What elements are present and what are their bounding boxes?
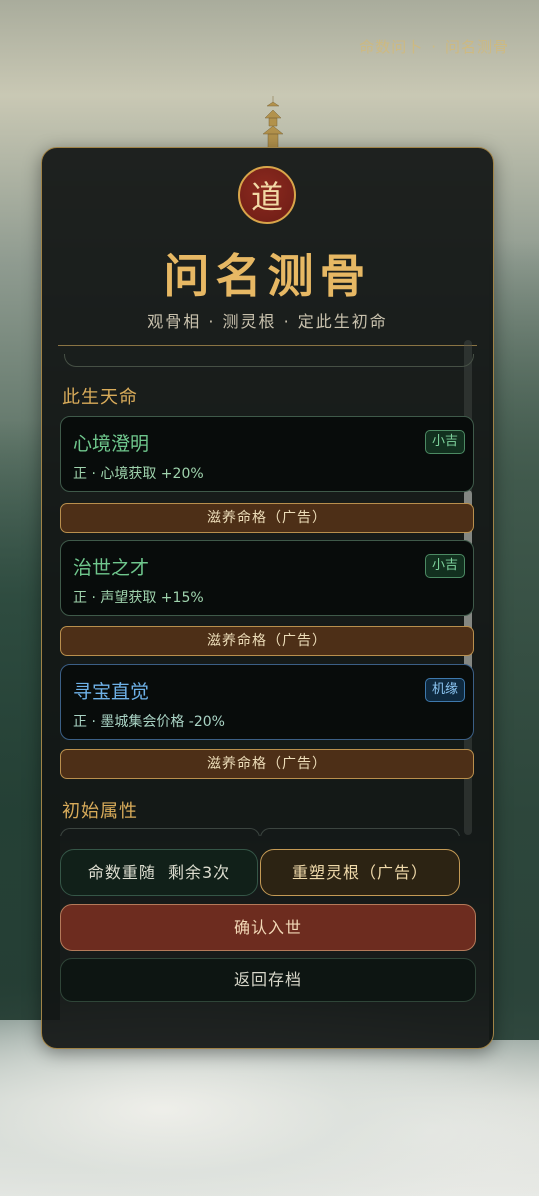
attribute-card-edge [60, 828, 260, 836]
attribute-card-edge [260, 828, 460, 836]
trait-badge: 小吉 [424, 430, 465, 454]
confirm-enter-world-button[interactable]: 确认入世 [60, 904, 476, 951]
trait-badge: 小吉 [424, 554, 465, 578]
breadcrumb-parent[interactable]: 命数问卜 [359, 38, 423, 56]
attributes-section-title: 初始属性 [62, 801, 138, 822]
main-panel: 道 问名测骨 观骨相 · 测灵根 · 定此生初命 此生天命 心境澄明 小吉 正 … [41, 147, 494, 1049]
trait-card[interactable]: 治世之才 小吉 正 · 声望获取 +15% [60, 540, 474, 616]
dao-seal-icon: 道 [238, 166, 296, 224]
trait-card[interactable]: 寻宝直觉 机缘 正 · 墨城集会价格 -20% [60, 664, 474, 740]
reroll-fate-button[interactable]: 命数重随 剩余3次 [60, 849, 258, 896]
content-scroll-area[interactable]: 此生天命 心境澄明 小吉 正 · 心境获取 +20% 滋养命格（广告） 治世之才… [60, 348, 476, 836]
mountain-right [489, 240, 539, 1040]
trait-name: 治世之才 [73, 557, 150, 579]
header-divider [58, 345, 477, 346]
trait-name: 寻宝直觉 [73, 681, 150, 703]
page-title: 问名测骨 [163, 249, 372, 303]
nourish-fate-ad-button[interactable]: 滋养命格（广告） [60, 626, 474, 656]
breadcrumb: 命数问卜 · 问名测骨 [359, 36, 509, 57]
nourish-fate-ad-button[interactable]: 滋养命格（广告） [60, 749, 474, 779]
reshape-root-ad-button[interactable]: 重塑灵根（广告） [260, 849, 460, 896]
trait-effect: 正 · 墨城集会价格 -20% [73, 714, 225, 730]
breadcrumb-separator: · [431, 38, 437, 56]
page-subtitle: 观骨相 · 测灵根 · 定此生初命 [147, 312, 388, 331]
trait-effect: 正 · 心境获取 +20% [73, 466, 204, 482]
previous-card-edge [64, 354, 474, 367]
trait-effect: 正 · 声望获取 +15% [73, 590, 204, 606]
nourish-fate-ad-button[interactable]: 滋养命格（广告） [60, 503, 474, 533]
trait-card[interactable]: 心境澄明 小吉 正 · 心境获取 +20% [60, 416, 474, 492]
reroll-remaining: 剩余3次 [168, 863, 231, 882]
trait-badge: 机缘 [424, 678, 465, 702]
back-to-saves-button[interactable]: 返回存档 [60, 958, 476, 1002]
reroll-label: 命数重随 [87, 863, 156, 882]
breadcrumb-current: 问名测骨 [444, 38, 509, 56]
trait-name: 心境澄明 [73, 433, 150, 455]
destiny-section-title: 此生天命 [62, 387, 138, 408]
pagoda-icon [263, 96, 283, 148]
